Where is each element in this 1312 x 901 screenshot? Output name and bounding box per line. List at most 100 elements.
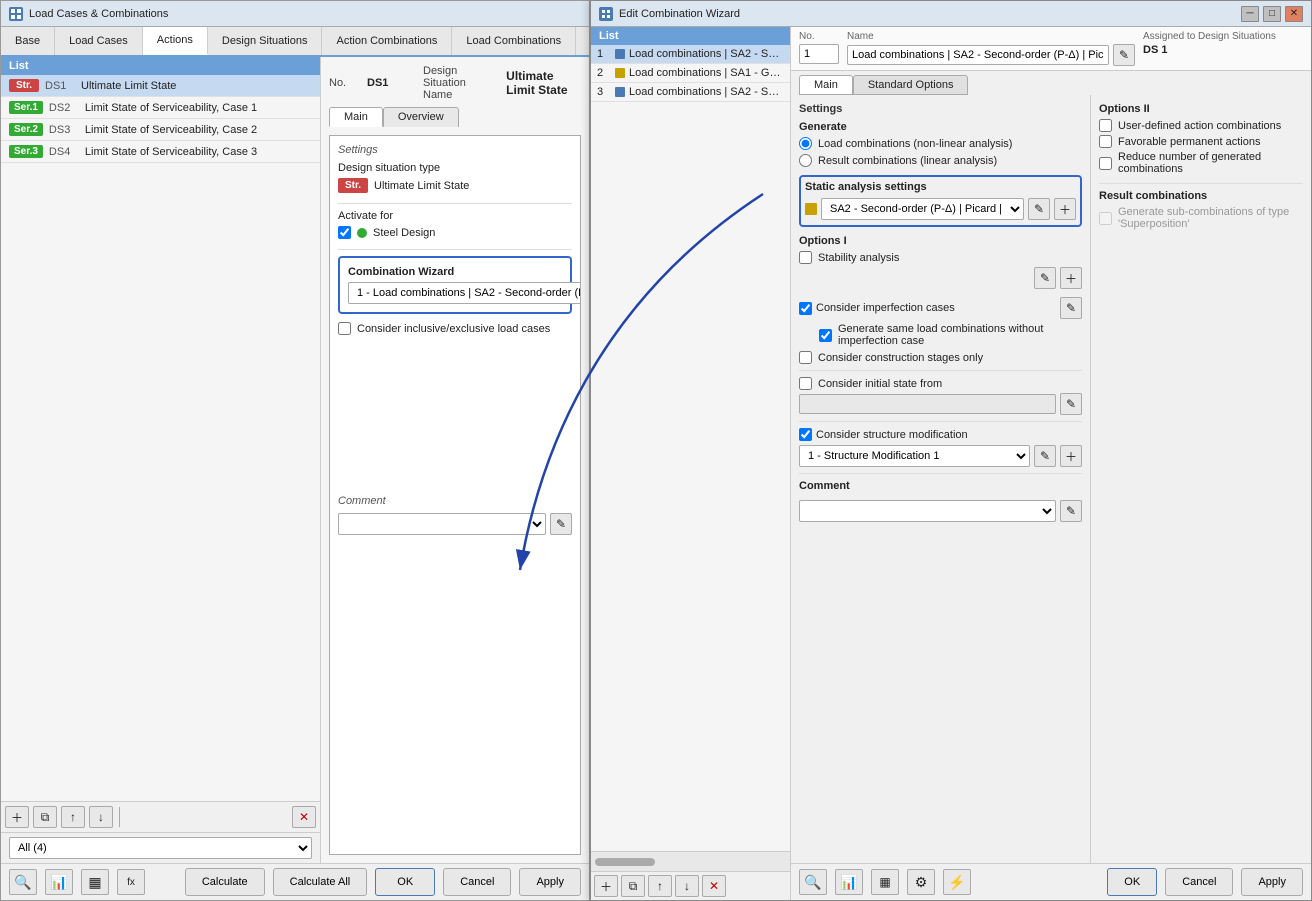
copy-item-btn[interactable]: ⧉ [33, 806, 57, 828]
delete-item-btn[interactable]: ✕ [292, 806, 316, 828]
tab-load-combinations[interactable]: Load Combinations [452, 27, 576, 55]
generate-sub-checkbox[interactable] [1099, 212, 1112, 225]
dlg-grid-btn[interactable]: ▦ [871, 869, 899, 895]
static-analysis-box: Static analysis settings SA2 - Second-or… [799, 175, 1082, 227]
generate-same-label[interactable]: Generate same load combinations without … [838, 323, 1082, 347]
sa-add-btn[interactable]: ＋ [1054, 198, 1076, 220]
dlg-search-btn[interactable]: 🔍 [799, 869, 827, 895]
list-item[interactable]: Ser.1 DS2 Limit State of Serviceability,… [1, 97, 320, 119]
list-item[interactable]: Ser.3 DS4 Limit State of Serviceability,… [1, 141, 320, 163]
generate-same-checkbox[interactable] [819, 329, 832, 342]
comment-select[interactable] [799, 500, 1056, 522]
radio-linear-input[interactable] [799, 154, 812, 167]
item-num: 1 [597, 48, 611, 60]
close-btn[interactable]: ✕ [1285, 6, 1303, 22]
sub-tab-overview[interactable]: Overview [383, 107, 459, 127]
initial-state-checkbox[interactable] [799, 377, 812, 390]
dlg-settings-btn[interactable]: ⚙ [907, 869, 935, 895]
construction-label[interactable]: Consider construction stages only [818, 352, 983, 364]
calculate-btn[interactable]: Calculate [185, 868, 265, 896]
calculate-all-btn[interactable]: Calculate All [273, 868, 368, 896]
dlg-cancel-btn[interactable]: Cancel [1165, 868, 1233, 896]
radio-linear-label[interactable]: Result combinations (linear analysis) [818, 155, 997, 167]
item-color [615, 49, 625, 59]
reduce-label[interactable]: Reduce number of generated combinations [1118, 151, 1303, 175]
ok-btn[interactable]: OK [375, 868, 435, 896]
imperfection-edit-btn[interactable]: ✎ [1060, 297, 1082, 319]
combo-wizard-select[interactable]: 1 - Load combinations | SA2 - Second-ord… [348, 282, 581, 304]
dlg-down-btn[interactable]: ↓ [675, 875, 699, 897]
structure-mod-checkbox[interactable] [799, 428, 812, 441]
app-bottom-toolbar: 🔍 📊 ▦ fx Calculate Calculate All OK Canc… [1, 863, 589, 900]
generate-sub-label[interactable]: Generate sub-combinations of type 'Super… [1118, 206, 1303, 230]
stability-add-btn[interactable]: ＋ [1060, 267, 1082, 289]
name-edit-btn[interactable]: ✎ [1113, 44, 1135, 66]
move-down-btn[interactable]: ↓ [89, 806, 113, 828]
structure-mod-edit-btn[interactable]: ✎ [1034, 445, 1056, 467]
comment-edit-btn[interactable]: ✎ [1060, 500, 1082, 522]
scroll-thumb[interactable] [595, 858, 655, 866]
dlg-tab-main[interactable]: Main [799, 75, 853, 95]
dlg-del-btn[interactable]: ✕ [702, 875, 726, 897]
tab-design-situations[interactable]: Design Situations [208, 27, 323, 55]
favorable-label[interactable]: Favorable permanent actions [1118, 136, 1260, 148]
tab-base[interactable]: Base [1, 27, 55, 55]
include-exclusive-checkbox[interactable] [338, 322, 351, 335]
initial-state-edit-btn[interactable]: ✎ [1060, 393, 1082, 415]
cancel-btn[interactable]: Cancel [443, 868, 511, 896]
imperfection-checkbox[interactable] [799, 302, 812, 315]
structure-mod-select[interactable]: 1 - Structure Modification 1 [799, 445, 1030, 467]
radio-nonlinear-input[interactable] [799, 137, 812, 150]
dlg-stats-btn[interactable]: 📊 [835, 869, 863, 895]
favorable-checkbox[interactable] [1099, 135, 1112, 148]
combo-wizard-label: Combination Wizard [348, 266, 562, 278]
stability-label[interactable]: Stability analysis [818, 252, 899, 264]
dlg-apply-btn[interactable]: Apply [1241, 868, 1303, 896]
dlg-add-btn[interactable]: ＋ [594, 875, 618, 897]
construction-checkbox[interactable] [799, 351, 812, 364]
reduce-checkbox[interactable] [1099, 157, 1112, 170]
comment-edit-btn[interactable]: ✎ [550, 513, 572, 535]
dlg-tab-standard[interactable]: Standard Options [853, 75, 969, 95]
user-defined-label[interactable]: User-defined action combinations [1118, 120, 1281, 132]
sa-edit-btn[interactable]: ✎ [1028, 198, 1050, 220]
structure-mod-add-btn[interactable]: ＋ [1060, 445, 1082, 467]
app-icon [9, 7, 23, 21]
item-num: 3 [597, 86, 611, 98]
dialog-list-item[interactable]: 1 Load combinations | SA2 - Secon... [591, 45, 790, 64]
list-item[interactable]: Str. DS1 Ultimate Limit State [1, 75, 320, 97]
no-input[interactable] [799, 44, 839, 64]
static-analysis-select[interactable]: SA2 - Second-order (P-Δ) | Picard | 100 … [821, 198, 1024, 220]
minimize-btn[interactable]: ─ [1241, 6, 1259, 22]
apply-btn[interactable]: Apply [519, 868, 581, 896]
sub-tab-main[interactable]: Main [329, 107, 383, 127]
add-item-btn[interactable]: ＋ [5, 806, 29, 828]
activate-checkbox[interactable] [338, 226, 351, 239]
radio-nonlinear-label[interactable]: Load combinations (non-linear analysis) [818, 138, 1012, 150]
stats-btn[interactable]: 📊 [45, 869, 73, 895]
search-btn[interactable]: 🔍 [9, 869, 37, 895]
list-item[interactable]: Ser.2 DS3 Limit State of Serviceability,… [1, 119, 320, 141]
function-btn[interactable]: fx [117, 869, 145, 895]
tab-load-cases[interactable]: Load Cases [55, 27, 143, 55]
stability-edit-btn[interactable]: ✎ [1034, 267, 1056, 289]
name-input[interactable] [847, 45, 1109, 65]
comment-select[interactable] [338, 513, 546, 535]
filter-select[interactable]: All (4) [9, 837, 312, 859]
dlg-ok-btn[interactable]: OK [1107, 868, 1157, 896]
initial-state-label[interactable]: Consider initial state from [818, 378, 942, 390]
tab-action-combinations[interactable]: Action Combinations [322, 27, 452, 55]
dialog-list-item[interactable]: 3 Load combinations | SA2 - Secon... [591, 83, 790, 102]
tab-actions[interactable]: Actions [143, 27, 208, 55]
maximize-btn[interactable]: □ [1263, 6, 1281, 22]
dlg-extra-btn[interactable]: ⚡ [943, 869, 971, 895]
dialog-icon [599, 7, 613, 21]
model-btn[interactable]: ▦ [81, 869, 109, 895]
dialog-list-item[interactable]: 2 Load combinations | SA1 - Geom... [591, 64, 790, 83]
user-defined-checkbox[interactable] [1099, 119, 1112, 132]
dlg-copy-btn[interactable]: ⧉ [621, 875, 645, 897]
stability-checkbox[interactable] [799, 251, 812, 264]
initial-state-input[interactable] [799, 394, 1056, 414]
move-up-btn[interactable]: ↑ [61, 806, 85, 828]
dlg-up-btn[interactable]: ↑ [648, 875, 672, 897]
